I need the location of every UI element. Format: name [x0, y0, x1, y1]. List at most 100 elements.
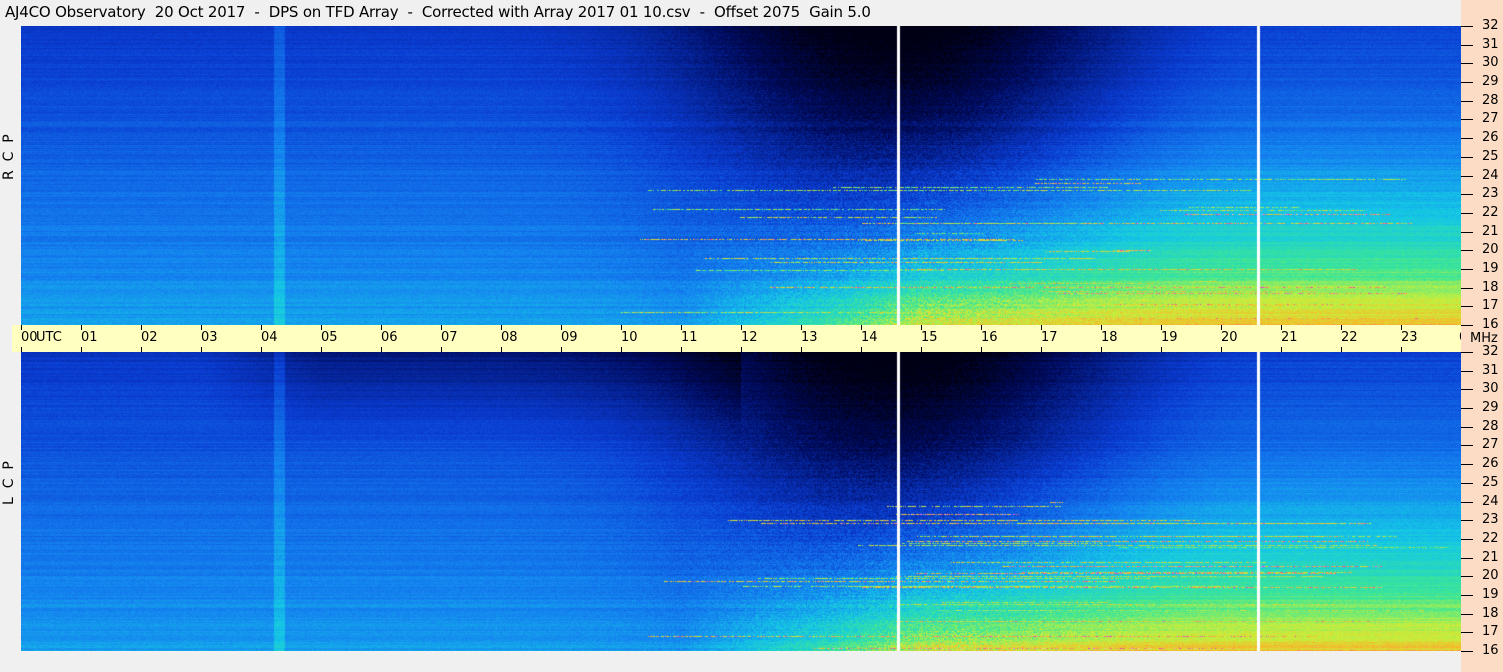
- freq-tick-mark: [1461, 389, 1473, 390]
- time-tick-mark: [1161, 347, 1162, 352]
- freq-tick-mark: [1461, 269, 1473, 270]
- time-tick-mark: [981, 347, 982, 352]
- time-tick-label: 22: [1341, 330, 1358, 345]
- freq-tick-label: 24: [1482, 494, 1499, 509]
- time-axis: 00 01 02 03 04 05 06 07 08 09 10 11 12 13 14 15 16 17 18 19…: [12, 325, 1476, 352]
- freq-tick-label: 21: [1482, 224, 1499, 239]
- time-tick-mark: [141, 347, 142, 352]
- freq-tick-mark: [1461, 464, 1473, 465]
- freq-tick-mark: [1461, 595, 1473, 596]
- time-tick-mark: [1101, 347, 1102, 352]
- time-tick-label: 04: [261, 330, 278, 345]
- time-tick-mark: [921, 325, 922, 330]
- freq-tick-mark: [1461, 325, 1473, 326]
- time-tick-mark: [801, 347, 802, 352]
- time-tick-mark: [1341, 347, 1342, 352]
- time-tick-mark: [1221, 325, 1222, 330]
- time-tick-mark: [81, 347, 82, 352]
- time-tick-mark: [261, 347, 262, 352]
- time-tick-mark: [141, 325, 142, 330]
- time-tick-label: 07: [441, 330, 458, 345]
- freq-tick-label: 18: [1482, 280, 1499, 295]
- time-tick-mark: [81, 325, 82, 330]
- time-tick-label: 12: [741, 330, 758, 345]
- time-tick-mark: [921, 347, 922, 352]
- freq-tick-mark: [1461, 520, 1473, 521]
- freq-tick-mark: [1461, 176, 1473, 177]
- time-tick-label: 06: [381, 330, 398, 345]
- time-tick-label: 02: [141, 330, 158, 345]
- time-tick-mark: [861, 325, 862, 330]
- freq-tick-label: 29: [1482, 74, 1499, 89]
- time-tick-mark: [621, 347, 622, 352]
- time-tick-label: 01: [81, 330, 98, 345]
- freq-tick-mark: [1461, 232, 1473, 233]
- freq-tick-mark: [1461, 483, 1473, 484]
- freq-tick-mark: [1461, 45, 1473, 46]
- freq-tick-mark: [1461, 427, 1473, 428]
- freq-tick-label: 25: [1482, 149, 1499, 164]
- time-axis-label: UTC: [36, 330, 62, 345]
- freq-tick-mark: [1461, 651, 1473, 652]
- freq-tick-label: 26: [1482, 456, 1499, 471]
- freq-tick-label: 20: [1482, 242, 1499, 257]
- freq-tick-mark: [1461, 63, 1473, 64]
- time-tick-label: 09: [561, 330, 578, 345]
- freq-tick-mark: [1461, 614, 1473, 615]
- time-tick-mark: [261, 325, 262, 330]
- time-tick-label: 14: [861, 330, 878, 345]
- freq-tick-label: 19: [1482, 587, 1499, 602]
- time-tick-label: 10: [621, 330, 638, 345]
- time-tick-mark: [501, 325, 502, 330]
- freq-tick-label: 28: [1482, 419, 1499, 434]
- time-tick-label: 18: [1101, 330, 1118, 345]
- time-tick-mark: [741, 325, 742, 330]
- freq-tick-label: 30: [1482, 55, 1499, 70]
- freq-tick-label: 31: [1482, 37, 1499, 52]
- freq-tick-mark: [1461, 213, 1473, 214]
- time-tick-label: 16: [981, 330, 998, 345]
- freq-tick-mark: [1461, 250, 1473, 251]
- rcp-label: R C P: [1, 134, 17, 180]
- time-tick-label: 19: [1161, 330, 1178, 345]
- freq-tick-label: 28: [1482, 93, 1499, 108]
- time-tick-mark: [561, 325, 562, 330]
- time-tick-mark: [561, 347, 562, 352]
- freq-tick-mark: [1461, 576, 1473, 577]
- freq-tick-label: 29: [1482, 400, 1499, 415]
- time-tick-mark: [21, 347, 22, 352]
- freq-tick-label: 23: [1482, 186, 1499, 201]
- time-tick-mark: [681, 325, 682, 330]
- time-tick-label: 05: [321, 330, 338, 345]
- time-tick-mark: [1401, 347, 1402, 352]
- freq-tick-label: 17: [1482, 298, 1499, 313]
- time-tick-mark: [321, 347, 322, 352]
- freq-tick-label: 22: [1482, 205, 1499, 220]
- freq-tick-label: 24: [1482, 168, 1499, 183]
- freq-tick-label: 32: [1482, 18, 1499, 33]
- time-tick-mark: [381, 325, 382, 330]
- time-tick-mark: [1041, 347, 1042, 352]
- frequency-axis: 16 17 18 19 20 21 22 23 24 25 26 27 28 29 30 31 32 16 17 18…: [1461, 0, 1503, 672]
- freq-tick-label: 27: [1482, 111, 1499, 126]
- freq-tick-mark: [1461, 138, 1473, 139]
- freq-tick-mark: [1461, 157, 1473, 158]
- time-tick-mark: [441, 325, 442, 330]
- time-tick-label: 23: [1401, 330, 1418, 345]
- lcp-label: L C P: [1, 461, 17, 505]
- time-tick-mark: [321, 325, 322, 330]
- time-tick-mark: [1101, 325, 1102, 330]
- time-tick-mark: [201, 347, 202, 352]
- time-tick-mark: [501, 347, 502, 352]
- freq-tick-label: 16: [1482, 643, 1499, 658]
- time-tick-mark: [861, 347, 862, 352]
- freq-tick-label: 20: [1482, 568, 1499, 583]
- freq-tick-label: 30: [1482, 381, 1499, 396]
- freq-tick-label: 16: [1482, 317, 1499, 332]
- time-tick-label: 11: [681, 330, 698, 345]
- time-tick-mark: [981, 325, 982, 330]
- freq-tick-mark: [1461, 371, 1473, 372]
- time-tick-mark: [1221, 347, 1222, 352]
- freq-tick-label: 27: [1482, 437, 1499, 452]
- freq-tick-mark: [1461, 445, 1473, 446]
